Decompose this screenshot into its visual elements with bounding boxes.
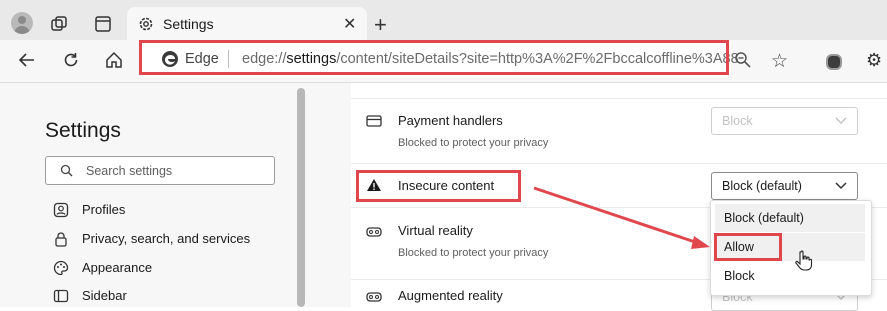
hand-cursor-icon <box>795 250 813 277</box>
arrow-head <box>691 236 710 249</box>
arrow-line <box>533 186 699 245</box>
annotation-arrow <box>533 186 710 249</box>
